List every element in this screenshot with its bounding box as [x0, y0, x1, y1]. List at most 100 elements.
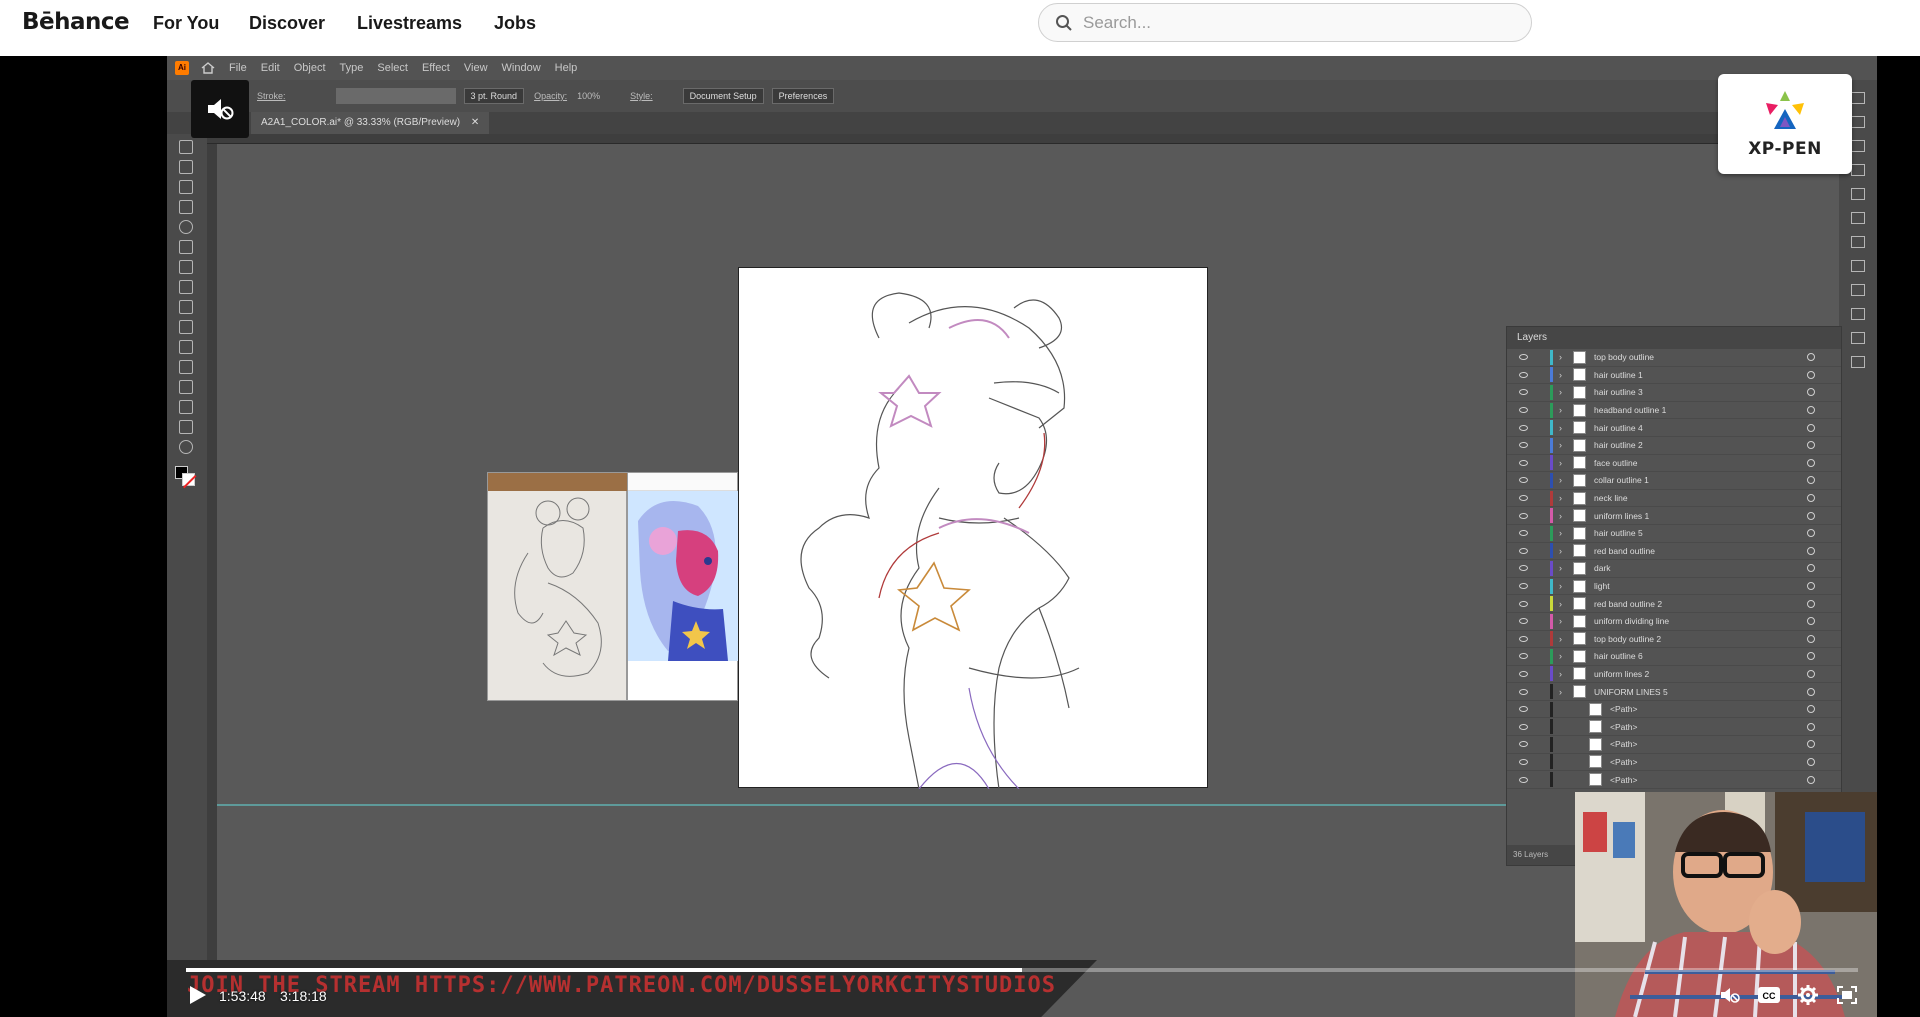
- layer-target-icon: [1807, 370, 1815, 379]
- layer-name: <Path>: [1610, 721, 1638, 732]
- nav-livestreams[interactable]: Livestreams: [357, 13, 462, 34]
- pencil-tool-icon: [179, 240, 193, 254]
- sketch-reference-image: [487, 472, 628, 701]
- play-icon: [190, 986, 206, 1004]
- fullscreen-icon: [1837, 986, 1857, 1004]
- volume-button[interactable]: [1716, 981, 1744, 1009]
- artboards-icon: [1851, 356, 1865, 368]
- visibility-eye-icon: [1519, 389, 1528, 396]
- behance-logo[interactable]: Bēhance: [22, 9, 130, 35]
- layer-thumbnail: [1573, 438, 1586, 452]
- layer-row: › hair outline 4: [1507, 419, 1841, 437]
- current-time: 1:53:48: [219, 988, 266, 1004]
- visibility-eye-icon: [1519, 600, 1528, 607]
- layer-thumbnail: [1573, 350, 1586, 364]
- visibility-eye-icon: [1519, 723, 1528, 730]
- shape-builder-tool-icon: [179, 320, 193, 334]
- nav-jobs[interactable]: Jobs: [494, 13, 536, 34]
- layer-name: uniform lines 2: [1594, 668, 1650, 679]
- layers-panel: Layers › top body outline › hair outline 1 ›…: [1506, 326, 1843, 866]
- settings-button[interactable]: [1794, 981, 1822, 1009]
- preferences-button: Preferences: [771, 88, 835, 104]
- layer-target-icon: [1807, 757, 1815, 766]
- layer-target-icon: [1807, 494, 1815, 503]
- layer-name: headband outline 1: [1594, 405, 1667, 416]
- layer-color-tag: [1550, 613, 1553, 629]
- visibility-eye-icon: [1519, 688, 1528, 695]
- captions-button[interactable]: CC: [1755, 981, 1783, 1009]
- layer-target-icon: [1807, 775, 1815, 784]
- layer-row: › hair outline 3: [1507, 384, 1841, 402]
- expand-caret-icon: ›: [1559, 457, 1562, 468]
- layer-row: <Path>: [1507, 718, 1841, 737]
- layer-row: › red band outline: [1507, 543, 1841, 561]
- visibility-eye-icon: [1519, 371, 1528, 378]
- closed-captions-icon: CC: [1758, 987, 1780, 1003]
- unmute-button[interactable]: [191, 80, 249, 138]
- visibility-eye-icon: [1519, 583, 1528, 590]
- expand-caret-icon: ›: [1559, 651, 1562, 662]
- layer-name: face outline: [1594, 457, 1638, 468]
- video-player[interactable]: Ai File Edit Object Type Select Effect V…: [167, 56, 1877, 1017]
- layer-thumbnail: [1573, 614, 1586, 628]
- direct-selection-tool-icon: [179, 160, 193, 174]
- home-icon: [201, 62, 215, 74]
- xppen-logo-icon: [1766, 91, 1804, 129]
- menu-view: View: [463, 62, 488, 74]
- expand-caret-icon: ›: [1559, 369, 1562, 380]
- artboard: [738, 267, 1208, 790]
- layers-list: › top body outline › hair outline 1 › hair ou…: [1507, 349, 1841, 789]
- layer-target-icon: [1807, 529, 1815, 538]
- gradient-icon: [1851, 260, 1865, 272]
- search-bar[interactable]: [1038, 3, 1532, 42]
- illustrator-logo: Ai: [175, 61, 189, 75]
- progress-bar-fill: [186, 968, 1022, 972]
- layer-color-tag: [1550, 560, 1553, 576]
- layer-row: › headband outline 1: [1507, 402, 1841, 420]
- layer-row: › UNIFORM LINES 5: [1507, 683, 1841, 701]
- layer-target-icon: [1807, 740, 1815, 749]
- fullscreen-button[interactable]: [1833, 981, 1861, 1009]
- layers-icon: [1851, 332, 1865, 344]
- gear-icon: [1798, 985, 1818, 1005]
- layer-target-icon: [1807, 687, 1815, 696]
- nav-for-you[interactable]: For You: [153, 13, 219, 34]
- menu-file: File: [229, 62, 247, 74]
- layer-thumbnail: [1589, 720, 1602, 734]
- align-icon: [1851, 308, 1865, 320]
- document-tab-title: A2A1_COLOR.ai* @ 33.33% (RGB/Preview): [261, 117, 461, 128]
- opacity-label: Opacity:: [534, 91, 568, 101]
- layer-name: UNIFORM LINES 5: [1594, 686, 1668, 697]
- selection-tool-icon: [179, 140, 193, 154]
- layer-thumbnail: [1589, 702, 1602, 716]
- menu-select: Select: [377, 62, 408, 74]
- menu-object: Object: [293, 62, 326, 74]
- nav-discover[interactable]: Discover: [249, 13, 325, 34]
- layer-name: top body outline 2: [1594, 633, 1662, 644]
- layer-name: <Path>: [1610, 756, 1638, 767]
- layer-target-icon: [1807, 617, 1815, 626]
- progress-bar[interactable]: [186, 968, 1858, 972]
- menu-help: Help: [554, 62, 578, 74]
- layer-row: › top body outline: [1507, 349, 1841, 367]
- expand-caret-icon: ›: [1559, 387, 1562, 398]
- expand-caret-icon: ›: [1559, 493, 1562, 504]
- layer-thumbnail: [1589, 737, 1602, 751]
- search-input[interactable]: [1083, 12, 1483, 33]
- layer-color-tag: [1550, 384, 1553, 400]
- blend-tool-icon: [179, 380, 193, 394]
- play-button[interactable]: [185, 983, 209, 1007]
- rotate-tool-icon: [179, 280, 193, 294]
- document-tabbar: A2A1_COLOR.ai* @ 33.33% (RGB/Preview) ✕: [167, 112, 1877, 134]
- layer-row: › uniform dividing line: [1507, 613, 1841, 631]
- layer-thumbnail: [1573, 509, 1586, 523]
- layer-target-icon: [1807, 458, 1815, 467]
- layer-color-tag: [1550, 648, 1553, 664]
- layer-name: <Path>: [1610, 739, 1638, 750]
- layer-target-icon: [1807, 476, 1815, 485]
- layer-thumbnail: [1589, 755, 1602, 769]
- muted-speaker-icon: [208, 99, 234, 120]
- visibility-eye-icon: [1519, 459, 1528, 466]
- layer-row: › top body outline 2: [1507, 631, 1841, 649]
- visibility-eye-icon: [1519, 530, 1528, 537]
